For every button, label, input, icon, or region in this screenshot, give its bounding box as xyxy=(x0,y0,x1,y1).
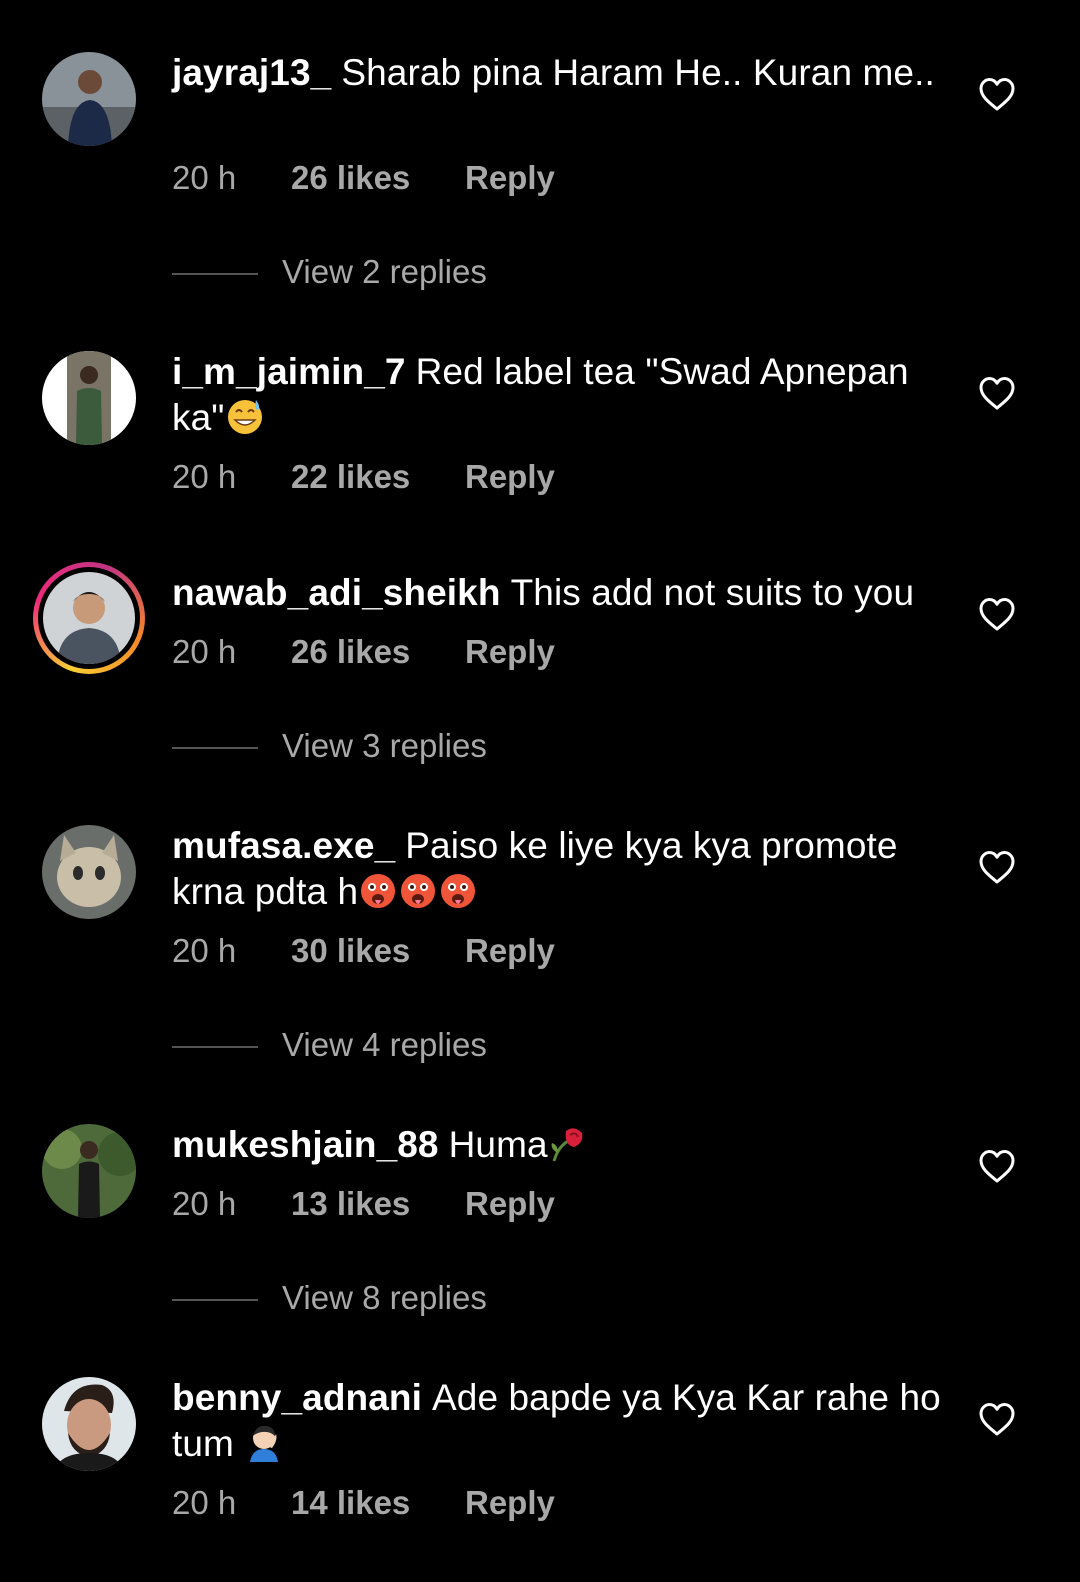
grinning-sweat-emoji xyxy=(227,400,262,434)
reply-button[interactable]: Reply xyxy=(465,1184,555,1224)
comment-time: 20 h xyxy=(172,159,237,196)
comment-time: 20 h xyxy=(172,932,237,969)
hot-face-emoji xyxy=(361,874,396,908)
comment-text: mukeshjain_88 Huma xyxy=(172,1122,942,1168)
avatar xyxy=(43,572,135,664)
replies-divider xyxy=(172,747,258,750)
heart-outline-icon[interactable] xyxy=(978,76,1016,112)
avatar-image xyxy=(42,351,136,445)
reply-button[interactable]: Reply xyxy=(465,158,555,198)
heart-outline-icon[interactable] xyxy=(978,596,1016,632)
comment-text: nawab_adi_sheikh This add not suits to yo… xyxy=(172,570,942,616)
heart-outline-icon[interactable] xyxy=(978,1401,1016,1437)
person-facepalming-emoji xyxy=(250,1425,279,1462)
comment-text: i_m_jaimin_7 Red label tea "Swad Apnepan … xyxy=(172,349,942,441)
comment-time: 20 h xyxy=(172,458,237,495)
avatar-image xyxy=(42,1124,136,1218)
comment-body: Sharab pina Haram He.. Kuran me.. xyxy=(341,52,935,93)
comment-body: This add not suits to you xyxy=(510,572,915,613)
comment-likes[interactable]: 22 likes xyxy=(291,457,465,497)
replies-divider xyxy=(172,1046,258,1049)
comment-text: jayraj13_ Sharab pina Haram He.. Kuran me… xyxy=(172,50,942,96)
heart-outline-icon[interactable] xyxy=(978,849,1016,885)
hot-face-emoji xyxy=(441,874,476,908)
avatar-image xyxy=(43,572,135,664)
avatar-story-gap xyxy=(38,567,140,669)
view-replies-label: View 8 replies xyxy=(282,1279,487,1316)
hot-face-emoji xyxy=(401,874,436,908)
reply-button[interactable]: Reply xyxy=(465,632,555,672)
replies-divider xyxy=(172,1299,258,1302)
avatar-image xyxy=(42,1377,136,1471)
heart-outline-icon[interactable] xyxy=(978,375,1016,411)
comment-meta: 20 h 13 likes Reply xyxy=(172,1184,555,1224)
reply-button[interactable]: Reply xyxy=(465,931,555,971)
comment-meta: 20 h 22 likes Reply xyxy=(172,457,555,497)
avatar-image xyxy=(42,52,136,146)
comment-meta: 20 h 14 likes Reply xyxy=(172,1483,555,1523)
avatar[interactable] xyxy=(42,52,136,146)
comment-username[interactable]: mufasa.exe_ xyxy=(172,825,395,866)
view-replies-button[interactable]: View 2 replies xyxy=(172,252,487,292)
avatar[interactable] xyxy=(42,1124,136,1218)
avatar-image xyxy=(42,825,136,919)
comment-meta: 20 h 26 likes Reply xyxy=(172,158,555,198)
view-replies-label: View 4 replies xyxy=(282,1026,487,1063)
comment-likes[interactable]: 26 likes xyxy=(291,158,465,198)
comment-text: benny_adnani Ade bapde ya Kya Kar rahe ho… xyxy=(172,1375,942,1467)
comment-meta: 20 h 30 likes Reply xyxy=(172,931,555,971)
avatar-story-ring[interactable] xyxy=(33,562,145,674)
heart-outline-icon[interactable] xyxy=(978,1148,1016,1184)
view-replies-button[interactable]: View 3 replies xyxy=(172,726,487,766)
view-replies-button[interactable]: View 4 replies xyxy=(172,1025,487,1065)
avatar[interactable] xyxy=(42,351,136,445)
view-replies-button[interactable]: View 8 replies xyxy=(172,1278,487,1318)
comment-likes[interactable]: 14 likes xyxy=(291,1483,465,1523)
comment-username[interactable]: jayraj13_ xyxy=(172,52,331,93)
comment-username[interactable]: mukeshjain_88 xyxy=(172,1124,439,1165)
comment-likes[interactable]: 26 likes xyxy=(291,632,465,672)
comment-text: mufasa.exe_ Paiso ke liye kya kya promote… xyxy=(172,823,942,915)
view-replies-label: View 2 replies xyxy=(282,253,487,290)
comment-likes[interactable]: 30 likes xyxy=(291,931,465,971)
wilted-flower-emoji xyxy=(551,1128,583,1162)
reply-button[interactable]: Reply xyxy=(465,1483,555,1523)
comment-meta: 20 h 26 likes Reply xyxy=(172,632,555,672)
avatar[interactable] xyxy=(42,825,136,919)
comment-username[interactable]: benny_adnani xyxy=(172,1377,422,1418)
comment-username[interactable]: nawab_adi_sheikh xyxy=(172,572,501,613)
view-replies-label: View 3 replies xyxy=(282,727,487,764)
comment-time: 20 h xyxy=(172,1185,237,1222)
reply-button[interactable]: Reply xyxy=(465,457,555,497)
replies-divider xyxy=(172,273,258,276)
comment-likes[interactable]: 13 likes xyxy=(291,1184,465,1224)
comment-time: 20 h xyxy=(172,633,237,670)
comment-username[interactable]: i_m_jaimin_7 xyxy=(172,351,406,392)
comment-body: Huma xyxy=(448,1124,548,1165)
comment-time: 20 h xyxy=(172,1484,237,1521)
hot-face-emoji-group xyxy=(358,871,478,912)
avatar[interactable] xyxy=(42,1377,136,1471)
